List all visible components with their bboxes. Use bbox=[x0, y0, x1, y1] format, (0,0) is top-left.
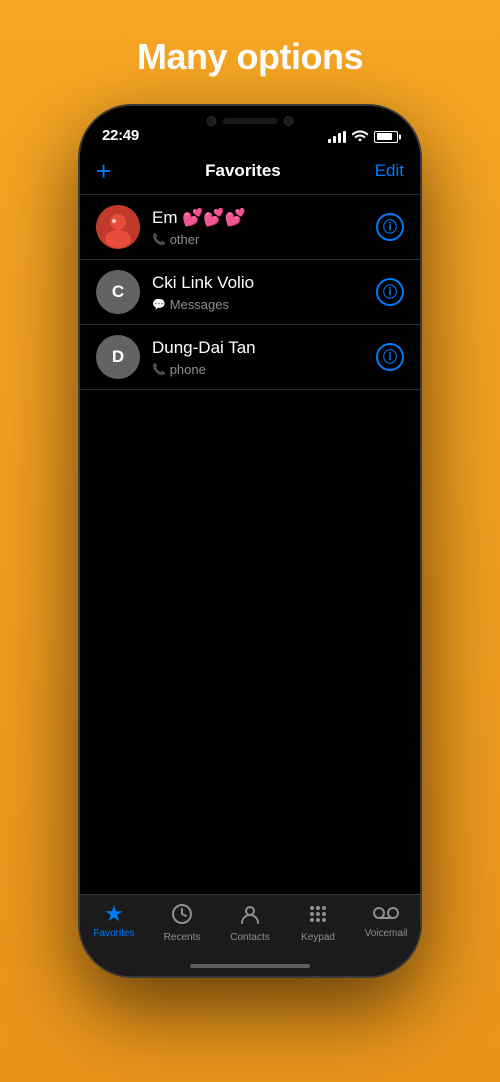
contact-sub-dung: 📞 phone bbox=[152, 362, 376, 377]
contact-info-cki: Cki Link Volio 💬 Messages bbox=[152, 272, 376, 311]
tab-voicemail-label: Voicemail bbox=[365, 928, 408, 939]
tab-favorites[interactable]: ★ Favorites bbox=[80, 903, 148, 939]
avatar-dung: D bbox=[96, 335, 140, 379]
signal-icon bbox=[328, 131, 346, 143]
page-header: Many options bbox=[0, 0, 500, 98]
add-favorite-button[interactable]: + bbox=[96, 158, 111, 184]
contact-name-dung: Dung-Dai Tan bbox=[152, 337, 376, 359]
tab-favorites-label: Favorites bbox=[93, 928, 134, 939]
avatar-letter-dung: D bbox=[112, 347, 124, 367]
contact-info-dung: Dung-Dai Tan 📞 phone bbox=[152, 337, 376, 376]
tab-recents[interactable]: Recents bbox=[148, 903, 216, 943]
notch-camera bbox=[207, 116, 217, 126]
contact-name-em: Em 💕💕💕 bbox=[152, 207, 376, 229]
contact-sub-em: 📞 other bbox=[152, 232, 376, 247]
status-time: 22:49 bbox=[102, 127, 139, 144]
home-indicator bbox=[190, 964, 310, 968]
phone-sub-icon: 📞 bbox=[152, 233, 166, 246]
voicemail-icon bbox=[373, 903, 399, 925]
wifi-icon bbox=[352, 129, 368, 144]
screen: 22:49 bbox=[80, 106, 420, 976]
status-icons bbox=[328, 129, 398, 144]
phone-sub-icon-dung: 📞 bbox=[152, 363, 166, 376]
contact-info-em: Em 💕💕💕 📞 other bbox=[152, 207, 376, 246]
battery-icon bbox=[374, 131, 398, 143]
contact-sub-label-dung: phone bbox=[170, 362, 206, 377]
info-button-cki[interactable]: ⓘ bbox=[376, 278, 404, 306]
nav-top-row: + Favorites Edit bbox=[96, 158, 404, 184]
contact-sub-label-em: other bbox=[170, 232, 200, 247]
avatar-letter-cki: C bbox=[112, 282, 124, 302]
notch-speaker bbox=[223, 118, 278, 124]
page-title: Many options bbox=[137, 36, 363, 77]
avatar-cki: C bbox=[96, 270, 140, 314]
message-sub-icon: 💬 bbox=[152, 298, 166, 311]
nav-title: Favorites bbox=[205, 161, 281, 181]
tab-recents-label: Recents bbox=[164, 932, 201, 943]
tab-contacts[interactable]: Contacts bbox=[216, 903, 284, 943]
avatar-em bbox=[96, 205, 140, 249]
keypad-icon bbox=[307, 903, 329, 929]
tab-bar: ★ Favorites Recents bbox=[80, 894, 420, 976]
clock-icon bbox=[171, 903, 193, 929]
nav-header: + Favorites Edit bbox=[80, 150, 420, 195]
tab-contacts-label: Contacts bbox=[230, 932, 269, 943]
contact-sub-label-cki: Messages bbox=[170, 297, 229, 312]
contact-item-cki[interactable]: C Cki Link Volio 💬 Messages ⓘ bbox=[80, 260, 420, 325]
contact-item-em[interactable]: Em 💕💕💕 📞 other ⓘ bbox=[80, 195, 420, 260]
info-button-em[interactable]: ⓘ bbox=[376, 213, 404, 241]
tab-voicemail[interactable]: Voicemail bbox=[352, 903, 420, 939]
phone-frame: 22:49 bbox=[80, 106, 420, 976]
info-button-dung[interactable]: ⓘ bbox=[376, 343, 404, 371]
edit-button[interactable]: Edit bbox=[375, 161, 404, 181]
contact-list: Em 💕💕💕 📞 other ⓘ C Cki Link Volio bbox=[80, 195, 420, 976]
notch-camera-right bbox=[284, 116, 294, 126]
contact-item-dung[interactable]: D Dung-Dai Tan 📞 phone ⓘ bbox=[80, 325, 420, 390]
app-content: + Favorites Edit bbox=[80, 150, 420, 976]
tab-keypad-label: Keypad bbox=[301, 932, 335, 943]
person-icon bbox=[239, 903, 261, 929]
tab-keypad[interactable]: Keypad bbox=[284, 903, 352, 943]
notch bbox=[173, 106, 328, 136]
contact-sub-cki: 💬 Messages bbox=[152, 297, 376, 312]
star-icon: ★ bbox=[104, 903, 124, 925]
contact-name-cki: Cki Link Volio bbox=[152, 272, 376, 294]
